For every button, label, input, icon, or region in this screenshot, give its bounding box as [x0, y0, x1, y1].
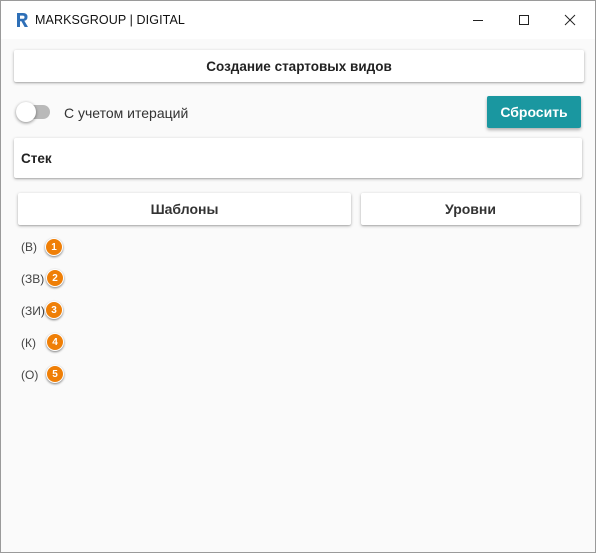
iteration-toggle-label: С учетом итераций	[64, 105, 189, 121]
item-code: (ЗВ)	[21, 272, 45, 286]
levels-button[interactable]: Уровни	[361, 193, 580, 225]
close-icon	[564, 14, 576, 26]
revit-r-icon	[15, 12, 29, 28]
title-bar[interactable]: MARKSGROUP | DIGITAL	[1, 1, 595, 39]
templates-button[interactable]: Шаблоны	[18, 193, 351, 225]
list-item[interactable]: (О)	[21, 364, 38, 386]
window-title: MARKSGROUP | DIGITAL	[35, 13, 185, 27]
minimize-icon	[473, 20, 483, 21]
minimize-button[interactable]	[455, 1, 501, 39]
number-badge: 5	[46, 365, 64, 383]
list-item[interactable]: (В)	[21, 236, 37, 258]
number-badge: 4	[46, 333, 64, 351]
stack-field[interactable]: Стек	[14, 138, 582, 178]
list-item[interactable]: (ЗИ)	[21, 300, 45, 322]
item-code: (В)	[21, 240, 37, 254]
list-item[interactable]: (К)	[21, 332, 36, 354]
number-badge: 2	[46, 269, 64, 287]
item-code: (О)	[21, 368, 39, 382]
item-code: (К)	[21, 336, 36, 350]
maximize-icon	[519, 15, 529, 25]
number-badge: 3	[45, 301, 63, 319]
iteration-toggle[interactable]	[16, 102, 50, 122]
number-badge: 1	[45, 238, 63, 256]
reset-button[interactable]: Сбросить	[487, 96, 581, 128]
list-item[interactable]: (ЗВ)	[21, 268, 44, 290]
close-button[interactable]	[547, 1, 593, 39]
item-code: (ЗИ)	[21, 304, 45, 318]
page-title: Создание стартовых видов	[14, 50, 584, 82]
toggle-knob	[16, 102, 36, 122]
main-content: Создание стартовых видов С учетом итерац…	[2, 39, 594, 551]
app-window: MARKSGROUP | DIGITAL Создание стартовых …	[0, 0, 596, 553]
maximize-button[interactable]	[501, 1, 547, 39]
